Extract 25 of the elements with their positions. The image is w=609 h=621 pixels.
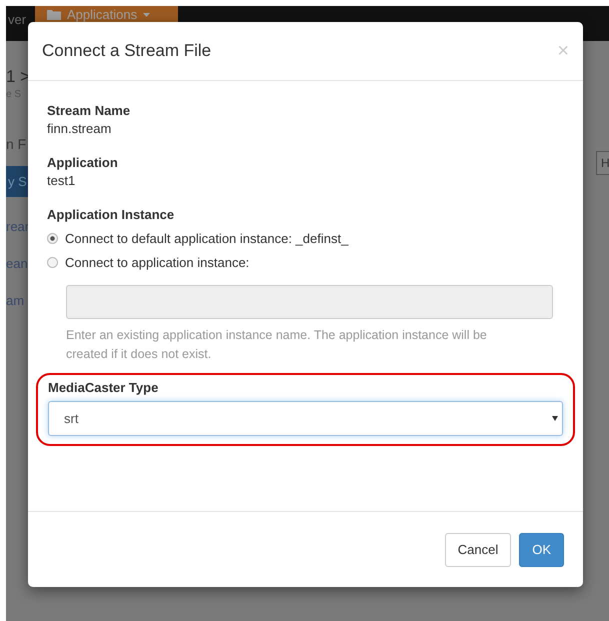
cancel-button[interactable]: Cancel bbox=[444, 532, 512, 566]
field-value: finn.stream bbox=[47, 121, 112, 136]
field-value: test1 bbox=[47, 173, 76, 188]
help-text: Enter an existing application instance name. The application instance will be created if it does not exist. bbox=[66, 327, 488, 363]
radio-button[interactable] bbox=[47, 233, 58, 244]
caret-icon bbox=[552, 416, 558, 421]
radio-button[interactable] bbox=[47, 257, 58, 268]
table-cell: ean bbox=[6, 256, 28, 271]
field-label: Stream Name bbox=[47, 103, 132, 118]
brand-text: ver bbox=[7, 11, 28, 27]
folder-icon bbox=[47, 9, 61, 20]
dialog-title: Connect a Stream File bbox=[42, 41, 212, 61]
caret-icon bbox=[143, 12, 150, 16]
field-label: Application bbox=[47, 155, 119, 170]
table-cell-text: am bbox=[6, 293, 26, 308]
radio-label[interactable]: Connect to default application instance: _definst_ bbox=[65, 231, 348, 246]
section-title: n F bbox=[6, 136, 28, 152]
side-button[interactable]: H bbox=[596, 151, 609, 175]
ok-button[interactable]: OK bbox=[519, 532, 564, 566]
field-label: Application Instance bbox=[47, 207, 176, 222]
table-cell: rear bbox=[6, 219, 28, 234]
applications-menu-button[interactable]: Applications bbox=[35, 6, 178, 23]
radio-label[interactable]: Connect to application instance: bbox=[65, 255, 250, 270]
field-label: MediaCaster Type bbox=[48, 380, 160, 395]
mediacaster-select[interactable]: srt bbox=[48, 401, 563, 436]
